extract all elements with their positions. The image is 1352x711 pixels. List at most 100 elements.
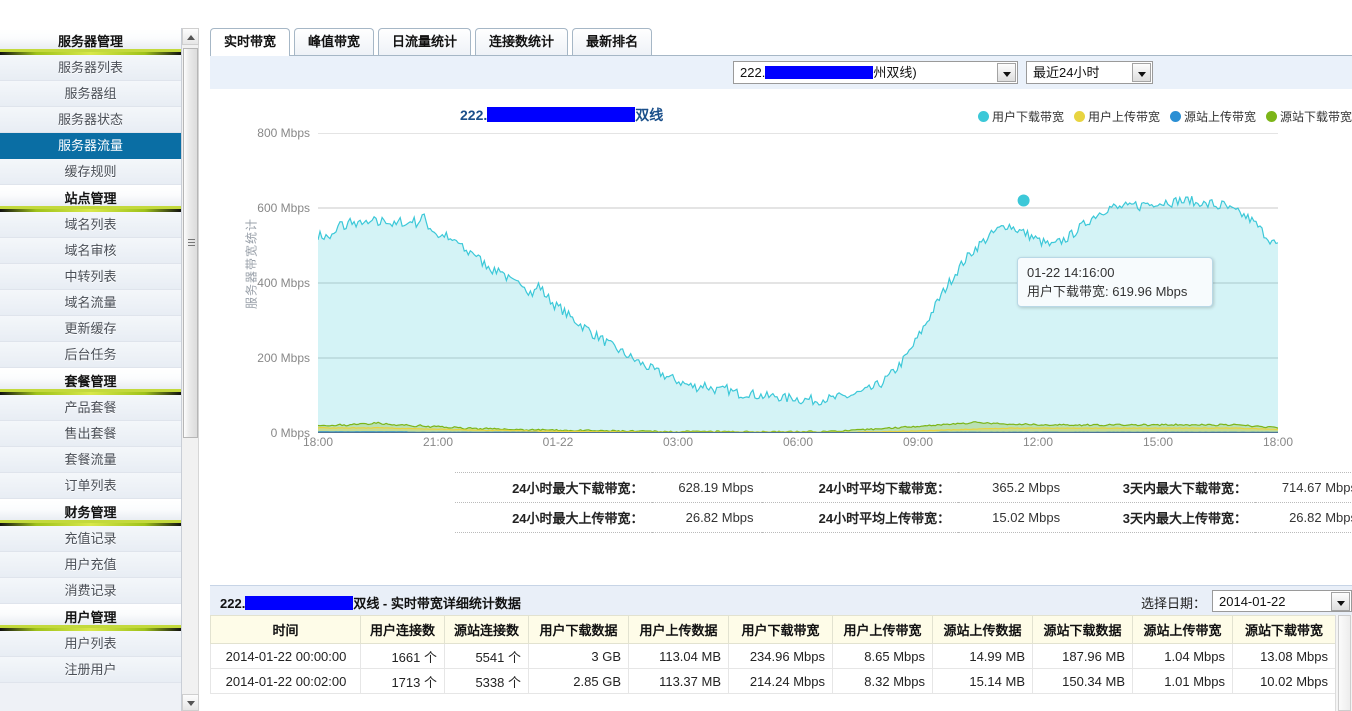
redacted-ip (765, 66, 873, 79)
table-column-header[interactable]: 用户上传带宽 (833, 616, 933, 644)
table-cell: 2014-01-22 00:00:00 (211, 644, 361, 669)
sidebar-item-3-0[interactable]: 充值记录 (0, 526, 181, 552)
x-tick-label: 06:00 (783, 435, 813, 449)
date-picker-label: 选择日期： (1141, 593, 1206, 612)
summary-key: 3天内最大上传带宽： (1068, 503, 1255, 533)
sidebar-item-1-1[interactable]: 域名审核 (0, 238, 181, 264)
sidebar-group-header: 财务管理 (0, 499, 181, 526)
table-cell: 10.02 Mbps (1233, 669, 1336, 694)
legend-swatch-icon (1074, 111, 1085, 122)
table-scrollbar[interactable] (1335, 615, 1352, 711)
table-column-header[interactable]: 时间 (211, 616, 361, 644)
legend-item[interactable]: 用户下载带宽 (978, 108, 1064, 125)
tooltip-value: 用户下载带宽: 619.96 Mbps (1027, 282, 1203, 301)
table-column-header[interactable]: 源站上传带宽 (1133, 616, 1233, 644)
legend-item[interactable]: 源站上传带宽 (1170, 108, 1256, 125)
y-axis-label: 服务器带宽统计 (243, 199, 260, 329)
table-scroll-thumb[interactable] (1338, 615, 1351, 711)
sidebar-item-4-1[interactable]: 注册用户 (0, 657, 181, 683)
y-tick-label: 400 Mbps (220, 278, 310, 288)
sidebar-item-2-0[interactable]: 产品套餐 (0, 395, 181, 421)
table-row[interactable]: 2014-01-22 00:02:001713 个5338 个2.85 GB11… (211, 669, 1336, 694)
chevron-down-icon[interactable] (1132, 63, 1151, 82)
y-tick-label: 800 Mbps (220, 128, 310, 138)
sidebar-scroll-thumb[interactable] (183, 48, 198, 438)
table-cell: 113.37 MB (629, 669, 729, 694)
summary-key: 24小时平均上传带宽： (762, 503, 959, 533)
summary-stats: 24小时最大下载带宽：628.19 Mbps24小时平均下载带宽：365.2 M… (455, 472, 1352, 534)
table-column-header[interactable]: 用户连接数 (361, 616, 445, 644)
legend-label: 用户上传带宽 (1088, 110, 1160, 124)
sidebar-item-2-3[interactable]: 订单列表 (0, 473, 181, 499)
table-cell: 2.85 GB (529, 669, 629, 694)
chart-highlight-point[interactable] (1018, 195, 1030, 207)
sidebar-item-1-0[interactable]: 域名列表 (0, 212, 181, 238)
table-column-header[interactable]: 源站上传数据 (933, 616, 1033, 644)
redacted-ip (487, 107, 635, 122)
bandwidth-chart: 222.双线 用户下载带宽用户上传带宽源站上传带宽源站下载带宽 服务器带宽统计 … (210, 90, 1352, 463)
table-column-header[interactable]: 源站下载带宽 (1233, 616, 1336, 644)
sidebar-item-4-0[interactable]: 用户列表 (0, 631, 181, 657)
sidebar-item-3-2[interactable]: 消费记录 (0, 578, 181, 604)
legend-label: 源站上传带宽 (1184, 110, 1256, 124)
chevron-down-icon[interactable] (1331, 592, 1350, 611)
sidebar-item-2-2[interactable]: 套餐流量 (0, 447, 181, 473)
table-cell: 1713 个 (361, 669, 445, 694)
server-select[interactable]: 222.州双线) (733, 61, 1018, 84)
table-row[interactable]: 2014-01-22 00:00:001661 个5541 个3 GB113.0… (211, 644, 1336, 669)
table-cell: 14.99 MB (933, 644, 1033, 669)
table-cell: 1.04 Mbps (1133, 644, 1233, 669)
tab-2[interactable]: 日流量统计 (378, 28, 471, 55)
sidebar-item-2-1[interactable]: 售出套餐 (0, 421, 181, 447)
sidebar: 服务器管理服务器列表服务器组服务器状态服务器流量缓存规则站点管理域名列表域名审核… (0, 28, 182, 711)
sidebar-scroll-down-button[interactable] (182, 694, 199, 711)
chevron-down-icon[interactable] (997, 63, 1016, 82)
legend-item[interactable]: 源站下载带宽 (1266, 108, 1352, 125)
chart-legend: 用户下载带宽 用户上传带宽 源站上传带宽源站下载带宽 (968, 108, 1352, 125)
table-header-row: 时间用户连接数源站连接数用户下载数据用户上传数据用户下载带宽用户上传带宽源站上传… (211, 616, 1336, 644)
x-tick-label: 03:00 (663, 435, 693, 449)
date-select-value: 2014-01-22 (1219, 594, 1286, 609)
date-select[interactable]: 2014-01-22 (1212, 590, 1352, 612)
chart-title-prefix: 222. (460, 107, 487, 123)
sidebar-item-3-1[interactable]: 用户充值 (0, 552, 181, 578)
tab-0[interactable]: 实时带宽 (210, 28, 290, 56)
table-column-header[interactable]: 用户下载数据 (529, 616, 629, 644)
table-cell: 2014-01-22 00:02:00 (211, 669, 361, 694)
tab-4[interactable]: 最新排名 (572, 28, 652, 55)
table-cell: 13.08 Mbps (1233, 644, 1336, 669)
x-tick-label: 18:00 (1263, 435, 1293, 449)
detail-table-wrap: 时间用户连接数源站连接数用户下载数据用户上传数据用户下载带宽用户上传带宽源站上传… (210, 615, 1352, 711)
detail-section: 222.双线 - 实时带宽详细统计数据 选择日期： 2014-01-22 时间用… (210, 585, 1352, 711)
x-tick-label: 21:00 (423, 435, 453, 449)
sidebar-item-1-4[interactable]: 更新缓存 (0, 316, 181, 342)
detail-table: 时间用户连接数源站连接数用户下载数据用户上传数据用户下载带宽用户上传带宽源站上传… (210, 615, 1336, 694)
legend-item[interactable]: 用户上传带宽 (1074, 108, 1160, 125)
sidebar-item-0-1[interactable]: 服务器组 (0, 81, 181, 107)
time-range-select[interactable]: 最近24小时 (1026, 61, 1153, 84)
table-column-header[interactable]: 源站连接数 (445, 616, 529, 644)
table-column-header[interactable]: 用户上传数据 (629, 616, 729, 644)
sidebar-scroll-up-button[interactable] (182, 28, 199, 45)
sidebar-item-1-5[interactable]: 后台任务 (0, 342, 181, 368)
summary-key: 24小时最大上传带宽： (455, 503, 652, 533)
time-range-value: 最近24小时 (1033, 65, 1099, 80)
sidebar-group-header: 站点管理 (0, 185, 181, 212)
sidebar-item-0-2[interactable]: 服务器状态 (0, 107, 181, 133)
tab-3[interactable]: 连接数统计 (475, 28, 568, 55)
summary-table: 24小时最大下载带宽：628.19 Mbps24小时平均下载带宽：365.2 M… (455, 472, 1352, 533)
detail-title-suffix: 双线 - 实时带宽详细统计数据 (353, 596, 521, 611)
scroll-grip-icon (188, 239, 195, 247)
sidebar-item-0-0[interactable]: 服务器列表 (0, 55, 181, 81)
table-column-header[interactable]: 源站下载数据 (1033, 616, 1133, 644)
sidebar-group-header: 服务器管理 (0, 28, 181, 55)
summary-row: 24小时最大上传带宽：26.82 Mbps24小时平均上传带宽：15.02 Mb… (455, 503, 1352, 533)
summary-value: 26.82 Mbps (652, 503, 762, 533)
sidebar-item-1-2[interactable]: 中转列表 (0, 264, 181, 290)
tab-1[interactable]: 峰值带宽 (294, 28, 374, 55)
sidebar-item-0-4[interactable]: 缓存规则 (0, 159, 181, 185)
table-column-header[interactable]: 用户下载带宽 (729, 616, 833, 644)
sidebar-scrollbar[interactable] (182, 28, 199, 711)
sidebar-item-1-3[interactable]: 域名流量 (0, 290, 181, 316)
sidebar-item-0-3[interactable]: 服务器流量 (0, 133, 181, 159)
